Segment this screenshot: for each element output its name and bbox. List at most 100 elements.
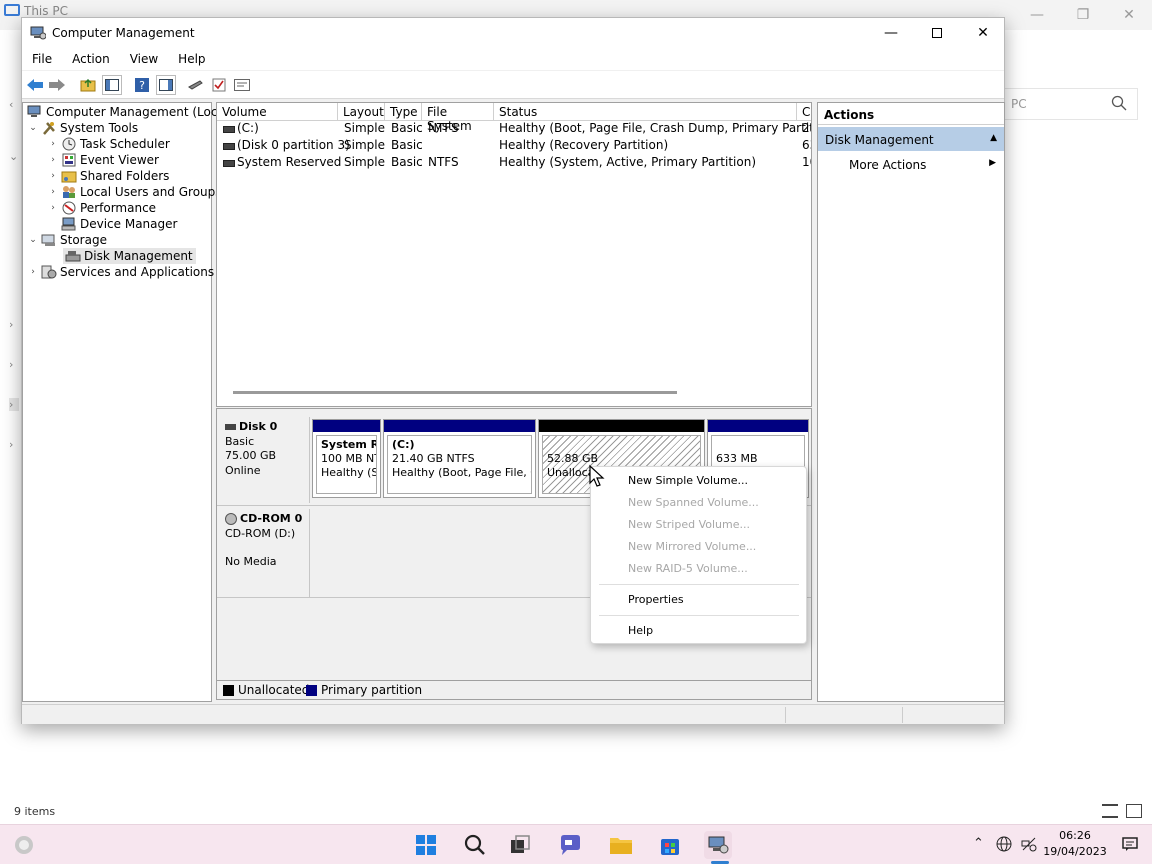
- svg-text:?: ?: [139, 79, 145, 92]
- search-icon[interactable]: [461, 831, 489, 859]
- column-header-volume[interactable]: Volume: [217, 103, 338, 121]
- column-header-layout[interactable]: Layout: [338, 103, 385, 121]
- menu-item-help[interactable]: Help: [628, 624, 653, 637]
- store-icon[interactable]: [656, 831, 684, 859]
- cdrom-info[interactable]: CD-ROM 0 CD-ROM (D:) No Media: [217, 509, 310, 597]
- menu-item-properties[interactable]: Properties: [628, 593, 684, 606]
- disk-0-info[interactable]: Disk 0 Basic 75.00 GB Online: [217, 417, 310, 503]
- chevron-right-icon[interactable]: ›: [47, 171, 59, 181]
- background-search-box[interactable]: PC: [1004, 88, 1138, 120]
- chevron-left-icon[interactable]: ‹: [9, 98, 13, 111]
- partition-size: 633 MB: [716, 452, 758, 465]
- chevron-right-icon[interactable]: ›: [9, 358, 13, 371]
- menu-item-new-simple-volume[interactable]: New Simple Volume...: [628, 474, 748, 487]
- menu-file[interactable]: File: [22, 48, 62, 70]
- volume-name: (Disk 0 partition 3): [237, 138, 350, 152]
- menu-view[interactable]: View: [120, 48, 168, 70]
- checklist-icon[interactable]: [209, 75, 229, 95]
- close-icon[interactable]: ✕: [960, 18, 1006, 48]
- tree-item-services[interactable]: › Services and Applications: [27, 264, 214, 280]
- show-hidden-icons-icon[interactable]: ⌃: [973, 836, 984, 851]
- properties-icon[interactable]: [232, 75, 252, 95]
- back-icon[interactable]: [25, 75, 45, 95]
- mouse-cursor-icon: [589, 464, 605, 487]
- column-header-status[interactable]: Status: [494, 103, 797, 121]
- taskbar: ⌃ 06:26 19/04/2023: [0, 824, 1152, 864]
- chat-icon[interactable]: [556, 831, 584, 859]
- connect-icon[interactable]: [186, 75, 206, 95]
- tree-item-local-users[interactable]: › Local Users and Groups: [47, 184, 221, 200]
- chevron-down-icon[interactable]: ⌄: [9, 150, 18, 163]
- chevron-right-icon[interactable]: ›: [47, 139, 59, 149]
- tree-item-label: Performance: [80, 201, 157, 215]
- tree-item-root[interactable]: Computer Management (Local): [25, 104, 233, 120]
- menu-item-new-striped-volume: New Striped Volume...: [628, 518, 750, 531]
- up-folder-icon[interactable]: [78, 75, 98, 95]
- minimize-icon[interactable]: —: [868, 18, 914, 48]
- chevron-right-icon[interactable]: ›: [9, 438, 13, 451]
- chevron-right-icon[interactable]: ›: [27, 267, 39, 277]
- computer-management-taskbar-icon[interactable]: [704, 831, 732, 859]
- clock-time: 06:26: [1059, 829, 1091, 842]
- chevron-right-icon[interactable]: ›: [47, 155, 59, 165]
- menu-help[interactable]: Help: [168, 48, 215, 70]
- chevron-right-icon[interactable]: ›: [9, 318, 13, 331]
- tree-item-performance[interactable]: › Performance: [47, 200, 156, 216]
- widgets-icon[interactable]: [10, 831, 38, 859]
- bg-close-icon[interactable]: ✕: [1106, 0, 1152, 30]
- details-view-icon[interactable]: [1102, 804, 1118, 818]
- window-titlebar[interactable]: Computer Management — ✕: [22, 18, 1004, 48]
- help-icon[interactable]: ?: [132, 75, 152, 95]
- computer-management-icon: [30, 26, 46, 40]
- forward-icon[interactable]: [47, 75, 67, 95]
- language-globe-icon[interactable]: [996, 836, 1012, 856]
- network-icon[interactable]: [1021, 836, 1037, 856]
- actions-section-disk-management[interactable]: Disk Management ▲: [818, 127, 1004, 151]
- start-icon[interactable]: [412, 831, 440, 859]
- bg-minimize-icon[interactable]: —: [1014, 0, 1060, 30]
- notifications-icon[interactable]: [1122, 836, 1138, 856]
- volume-capacity: 10: [802, 155, 811, 169]
- column-header-capacity[interactable]: Ca: [797, 103, 811, 121]
- horizontal-scrollbar[interactable]: [233, 391, 677, 394]
- volume-fs: NTFS: [428, 155, 459, 169]
- more-actions-label: More Actions: [849, 158, 927, 172]
- partition-bar: [708, 420, 808, 432]
- partition-size: 52.88 GB: [547, 452, 599, 465]
- tiles-view-icon[interactable]: [1126, 804, 1142, 818]
- computer-management-window: Computer Management — ✕ File Action View…: [21, 17, 1005, 724]
- chevron-right-icon[interactable]: ›: [47, 203, 59, 213]
- chevron-right-icon[interactable]: ›: [47, 187, 59, 197]
- tree-item-disk-management[interactable]: Disk Management: [63, 248, 196, 264]
- maximize-icon[interactable]: [914, 18, 960, 48]
- chevron-right-icon[interactable]: ›: [9, 398, 19, 411]
- file-explorer-icon[interactable]: [607, 831, 635, 859]
- bg-restore-icon[interactable]: ❐: [1060, 0, 1106, 30]
- tree-item-device-manager[interactable]: Device Manager: [59, 216, 177, 232]
- chevron-down-icon[interactable]: ⌄: [27, 123, 39, 133]
- task-view-icon[interactable]: [506, 831, 534, 859]
- legend: Unallocated Primary partition: [216, 680, 812, 700]
- tree-item-shared-folders[interactable]: › Shared Folders: [47, 168, 169, 184]
- computer-management-icon: [27, 105, 43, 119]
- menu-item-new-mirrored-volume: New Mirrored Volume...: [628, 540, 757, 553]
- collapse-icon[interactable]: ▲: [990, 133, 997, 143]
- tree-item-system-tools[interactable]: ⌄ System Tools: [27, 120, 138, 136]
- chevron-down-icon[interactable]: ⌄: [27, 235, 39, 245]
- clock[interactable]: 06:26 19/04/2023: [1040, 828, 1110, 860]
- item-count: 9 items: [14, 805, 56, 818]
- show-hide-console-tree-icon[interactable]: [102, 75, 122, 95]
- partition-system-reserved[interactable]: System Res 100 MB NT Healthy (Sy: [312, 419, 381, 498]
- tree-item-task-scheduler[interactable]: › Task Scheduler: [47, 136, 170, 152]
- show-hide-action-pane-icon[interactable]: [156, 75, 176, 95]
- tree-item-label: Storage: [60, 233, 107, 247]
- partition-c[interactable]: (C:) 21.40 GB NTFS Healthy (Boot, Page F…: [383, 419, 536, 498]
- tree-item-storage[interactable]: ⌄ Storage: [27, 232, 107, 248]
- column-header-type[interactable]: Type: [385, 103, 422, 121]
- column-header-file-system[interactable]: File System: [422, 103, 494, 133]
- toolbar: ?: [22, 71, 1004, 99]
- more-actions-item[interactable]: More Actions ▶: [818, 153, 1004, 175]
- menu-action[interactable]: Action: [62, 48, 120, 70]
- disk-state: Online: [225, 463, 261, 477]
- tree-item-event-viewer[interactable]: › Event Viewer: [47, 152, 159, 168]
